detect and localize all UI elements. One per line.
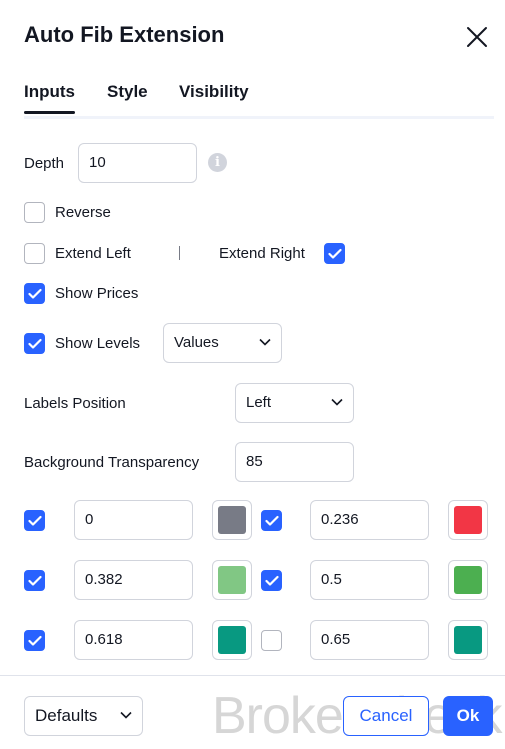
extend-right-checkbox[interactable] [324,243,345,264]
chevron-down-icon [259,338,271,346]
bg-transparency-label: Background Transparency [24,454,200,471]
extend-left-label: Extend Left [55,245,131,262]
chevron-down-icon [120,711,132,719]
defaults-button[interactable]: Defaults [24,696,143,736]
level-value-input[interactable]: 0 [74,500,193,540]
cancel-button[interactable]: Cancel [343,696,429,736]
level-color-swatch[interactable] [212,500,252,540]
level-color-swatch[interactable] [448,500,488,540]
bg-transparency-input[interactable]: 85 [235,442,354,482]
level-checkbox[interactable] [24,630,45,651]
tab-style[interactable]: Style [107,82,148,102]
level-value-input[interactable]: 0.618 [74,620,193,660]
depth-input[interactable]: 10 [78,143,197,183]
check-icon [328,248,342,259]
check-icon [265,515,279,526]
ok-button[interactable]: Ok [443,696,493,736]
info-icon[interactable]: i [208,153,227,172]
dialog-title: Auto Fib Extension [24,22,225,47]
level-value-input[interactable]: 0.65 [310,620,429,660]
check-icon [265,575,279,586]
level-color-swatch[interactable] [448,560,488,600]
extend-left-checkbox[interactable] [24,243,45,264]
show-levels-label: Show Levels [55,335,141,352]
show-levels-checkbox[interactable] [24,333,45,354]
tab-visibility[interactable]: Visibility [179,82,249,102]
level-value-input[interactable]: 0.382 [74,560,193,600]
tab-bar: Inputs Style Visibility [24,80,494,119]
level-checkbox[interactable] [24,510,45,531]
level-checkbox[interactable] [261,570,282,591]
color-fill [454,626,482,654]
level-checkbox[interactable] [261,510,282,531]
level-color-swatch[interactable] [448,620,488,660]
chevron-down-icon [331,398,343,406]
color-fill [454,566,482,594]
check-icon [28,288,42,299]
check-icon [28,575,42,586]
color-fill [218,506,246,534]
dialog: Auto Fib Extension Inputs Style Visibili… [0,0,505,749]
check-icon [28,338,42,349]
show-levels-select[interactable]: Values [163,323,282,363]
reverse-label: Reverse [55,204,111,221]
show-prices-label: Show Prices [55,285,139,302]
level-value-input[interactable]: 0.5 [310,560,429,600]
check-icon [28,515,42,526]
show-prices-checkbox[interactable] [24,283,45,304]
show-levels-select-value: Values [174,334,219,351]
level-value-input[interactable]: 0.236 [310,500,429,540]
depth-label: Depth [24,155,65,172]
labels-position-label: Labels Position [24,395,126,412]
color-fill [218,566,246,594]
close-icon[interactable] [464,24,490,50]
defaults-label: Defaults [35,706,98,725]
footer-divider [0,675,505,676]
separator [179,246,180,260]
level-color-swatch[interactable] [212,560,252,600]
level-checkbox[interactable] [261,630,282,651]
level-color-swatch[interactable] [212,620,252,660]
level-checkbox[interactable] [24,570,45,591]
extend-right-label: Extend Right [219,245,305,262]
color-fill [454,506,482,534]
reverse-checkbox[interactable] [24,202,45,223]
labels-position-select[interactable]: Left [235,383,354,423]
tab-inputs[interactable]: Inputs [24,82,75,114]
labels-position-select-value: Left [246,394,272,411]
check-icon [28,635,42,646]
color-fill [218,626,246,654]
